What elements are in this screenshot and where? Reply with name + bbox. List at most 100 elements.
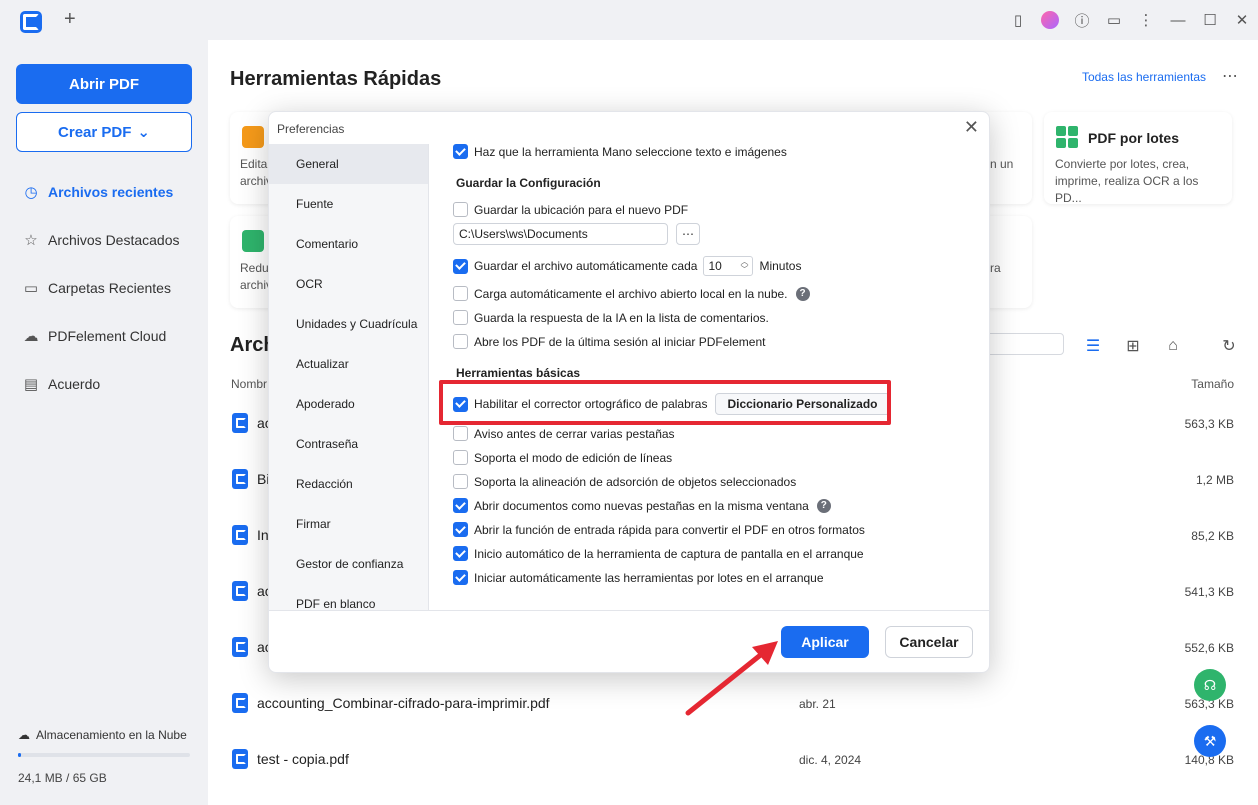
delete-icon[interactable]: ⌂ <box>1162 335 1184 357</box>
cloud-file-icon <box>232 413 248 433</box>
refresh-icon[interactable]: ↻ <box>1218 335 1240 357</box>
device-icon[interactable]: ▯ <box>1002 0 1034 40</box>
maximize-icon[interactable]: ☐ <box>1194 0 1226 40</box>
minimize-icon[interactable]: — <box>1162 0 1194 40</box>
file-size: 541,3 KB <box>1184 585 1234 599</box>
batch-icon <box>1056 126 1078 148</box>
tool-card-batch[interactable]: PDF por lotes Convierte por lotes, crea,… <box>1044 112 1232 205</box>
preferences-nav-item[interactable]: General <box>269 144 428 184</box>
file-name: In <box>257 527 269 543</box>
pdf-file-icon <box>232 637 248 657</box>
file-date: dic. 4, 2024 <box>799 753 862 767</box>
list-view-icon[interactable]: ☰ <box>1082 335 1104 357</box>
help-icon[interactable]: ⓘ <box>1066 0 1098 40</box>
checkbox[interactable] <box>453 144 468 159</box>
save-path-field[interactable]: C:\Users\ws\Documents <box>453 223 668 245</box>
feedback-icon[interactable]: ▭ <box>1098 0 1130 40</box>
preferences-nav-item[interactable]: OCR <box>269 264 428 304</box>
option-save-location[interactable]: Guardar la ubicación para el nuevo PDF <box>453 202 688 217</box>
sidebar-item-cloud[interactable]: ☁ PDFelement Cloud <box>0 312 208 360</box>
chevron-down-icon: ⌄ <box>137 124 150 141</box>
document-icon: ▤ <box>23 376 39 393</box>
storage-label: Almacenamiento en la Nube <box>36 728 187 742</box>
toolbox-icon[interactable]: ⚒ <box>1194 725 1226 757</box>
compress-icon <box>242 230 264 252</box>
support-icon[interactable]: ☊ <box>1194 669 1226 701</box>
cloud-storage[interactable]: ☁ Almacenamiento en la Nube 24,1 MB / 65… <box>18 728 198 785</box>
file-date: abr. 21 <box>799 697 836 711</box>
help-icon[interactable]: ? <box>816 498 831 513</box>
checkbox[interactable] <box>453 546 468 561</box>
pdf-file-icon <box>232 749 248 769</box>
open-pdf-button[interactable]: Abrir PDF <box>16 64 192 104</box>
column-header-size[interactable]: Tamaño <box>1191 377 1234 391</box>
preferences-nav-item[interactable]: Comentario <box>269 224 428 264</box>
option-quick-entry[interactable]: Abrir la función de entrada rápida para … <box>453 522 865 537</box>
sidebar-item-starred[interactable]: ☆ Archivos Destacados <box>0 216 208 264</box>
preferences-nav-item[interactable]: Redacción <box>269 464 428 504</box>
checkbox[interactable] <box>453 334 468 349</box>
dialog-divider <box>269 610 991 611</box>
autosave-interval-stepper[interactable]: 10 ︿ ﹀ <box>703 256 754 276</box>
table-row[interactable]: test - copia.pdf dic. 4, 2024 140,8 KB <box>208 731 1258 787</box>
pdf-file-icon <box>232 525 248 545</box>
all-tools-link[interactable]: Todas las herramientas <box>1082 70 1206 84</box>
browse-path-button[interactable]: ⋯ <box>676 223 700 245</box>
checkbox[interactable] <box>453 450 468 465</box>
autosave-interval-value: 10 <box>708 259 722 273</box>
option-snap[interactable]: Soporta la alineación de adsorción de ob… <box>453 474 796 489</box>
preferences-nav-item[interactable]: Unidades y Cuadrícula <box>269 304 428 344</box>
option-label: Abrir la función de entrada rápida para … <box>474 522 865 537</box>
checkbox[interactable] <box>453 426 468 441</box>
sidebar-item-agreement[interactable]: ▤ Acuerdo <box>0 360 208 408</box>
checkbox[interactable] <box>453 570 468 585</box>
option-last-session[interactable]: Abre los PDF de la última sesión al inic… <box>453 334 765 349</box>
option-batch-tools[interactable]: Iniciar automáticamente las herramientas… <box>453 570 824 585</box>
checkbox[interactable] <box>453 522 468 537</box>
cancel-button[interactable]: Cancelar <box>885 626 973 658</box>
checkbox[interactable] <box>453 202 468 217</box>
menu-icon[interactable]: ⋮ <box>1130 0 1162 40</box>
search-input[interactable] <box>978 333 1064 355</box>
sidebar: Abrir PDF Crear PDF ⌄ ◷ Archivos recient… <box>0 40 208 805</box>
app-logo-icon <box>20 11 42 33</box>
checkbox[interactable] <box>453 258 468 274</box>
option-new-tabs[interactable]: Abrir documentos como nuevas pestañas en… <box>453 498 831 513</box>
stepper-down-icon[interactable]: ﹀ <box>740 266 748 274</box>
preferences-nav-item[interactable]: Fuente <box>269 184 428 224</box>
column-header-name[interactable]: Nombr <box>231 377 267 391</box>
close-icon[interactable]: ✕ <box>964 117 979 138</box>
close-window-icon[interactable]: ✕ <box>1226 0 1258 40</box>
checkbox[interactable] <box>453 286 468 301</box>
preferences-nav-item[interactable]: PDF en blanco <box>269 584 428 624</box>
grid-view-icon[interactable]: ⊞ <box>1122 335 1144 357</box>
preferences-nav-item[interactable]: Actualizar <box>269 344 428 384</box>
option-autosave[interactable]: Guardar el archivo automáticamente cada … <box>453 256 801 276</box>
preferences-nav-item[interactable]: Apoderado <box>269 384 428 424</box>
option-hand-tool[interactable]: Haz que la herramienta Mano seleccione t… <box>453 144 787 159</box>
sidebar-nav: ◷ Archivos recientes ☆ Archivos Destacad… <box>0 168 208 408</box>
option-line-edit[interactable]: Soporta el modo de edición de líneas <box>453 450 672 465</box>
create-pdf-button[interactable]: Crear PDF ⌄ <box>16 112 192 152</box>
preferences-nav-item[interactable]: Gestor de confianza <box>269 544 428 584</box>
checkbox[interactable] <box>453 474 468 489</box>
option-screen-capture[interactable]: Inicio automático de la herramienta de c… <box>453 546 864 561</box>
option-warn-close[interactable]: Aviso antes de cerrar varias pestañas <box>453 426 675 441</box>
checkbox[interactable] <box>453 310 468 325</box>
avatar-icon[interactable] <box>1034 0 1066 40</box>
option-ai-reply[interactable]: Guarda la respuesta de la IA en la lista… <box>453 310 769 325</box>
option-label: Iniciar automáticamente las herramientas… <box>474 570 824 585</box>
option-label: Soporta el modo de edición de líneas <box>474 450 673 465</box>
sidebar-item-recent[interactable]: ◷ Archivos recientes <box>0 168 208 216</box>
checkbox[interactable] <box>453 498 468 513</box>
option-cloud-load[interactable]: Carga automáticamente el archivo abierto… <box>453 286 810 301</box>
preferences-nav-item[interactable]: Contraseña <box>269 424 428 464</box>
more-options-icon[interactable]: ⋯ <box>1222 66 1238 86</box>
apply-button[interactable]: Aplicar <box>781 626 869 658</box>
preferences-nav-item[interactable]: Firmar <box>269 504 428 544</box>
help-icon[interactable]: ? <box>795 286 810 301</box>
sidebar-item-folders[interactable]: ▭ Carpetas Recientes <box>0 264 208 312</box>
section-save-settings: Guardar la Configuración <box>456 176 601 190</box>
sidebar-item-label: Acuerdo <box>48 376 101 392</box>
new-tab-button[interactable]: + <box>64 8 76 31</box>
